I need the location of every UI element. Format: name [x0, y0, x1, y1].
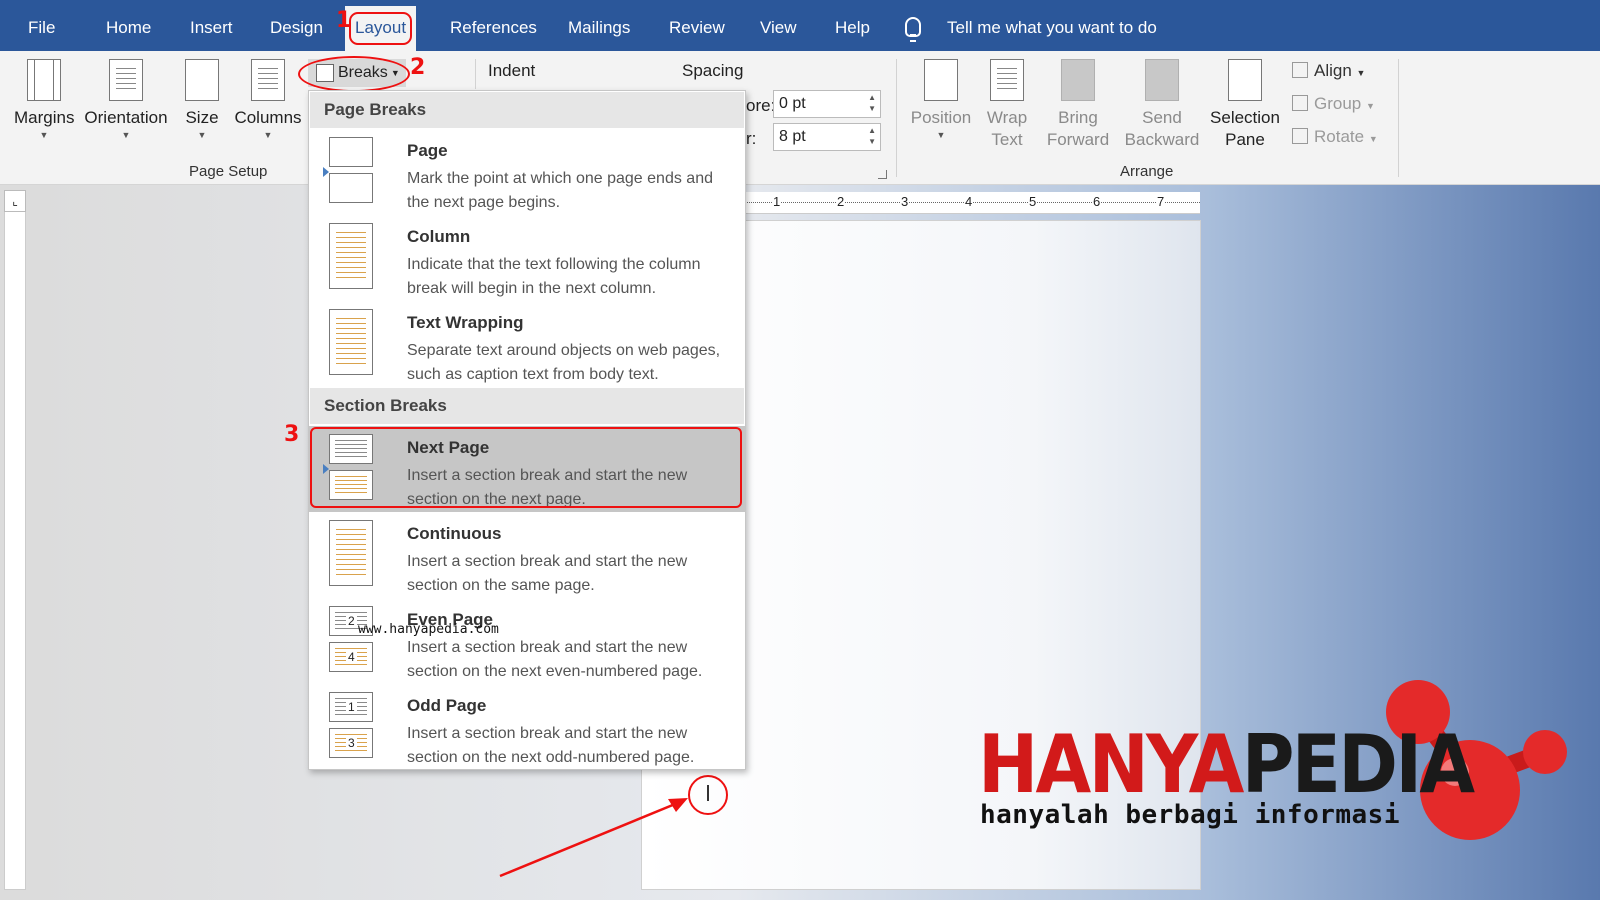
logo-tagline: hanyalah berbagi informasi — [980, 800, 1400, 830]
logo-part1: HANYA — [978, 718, 1244, 811]
logo-title: HANYAPEDIA — [978, 718, 1475, 811]
logo-part2: PEDIA — [1241, 718, 1475, 811]
